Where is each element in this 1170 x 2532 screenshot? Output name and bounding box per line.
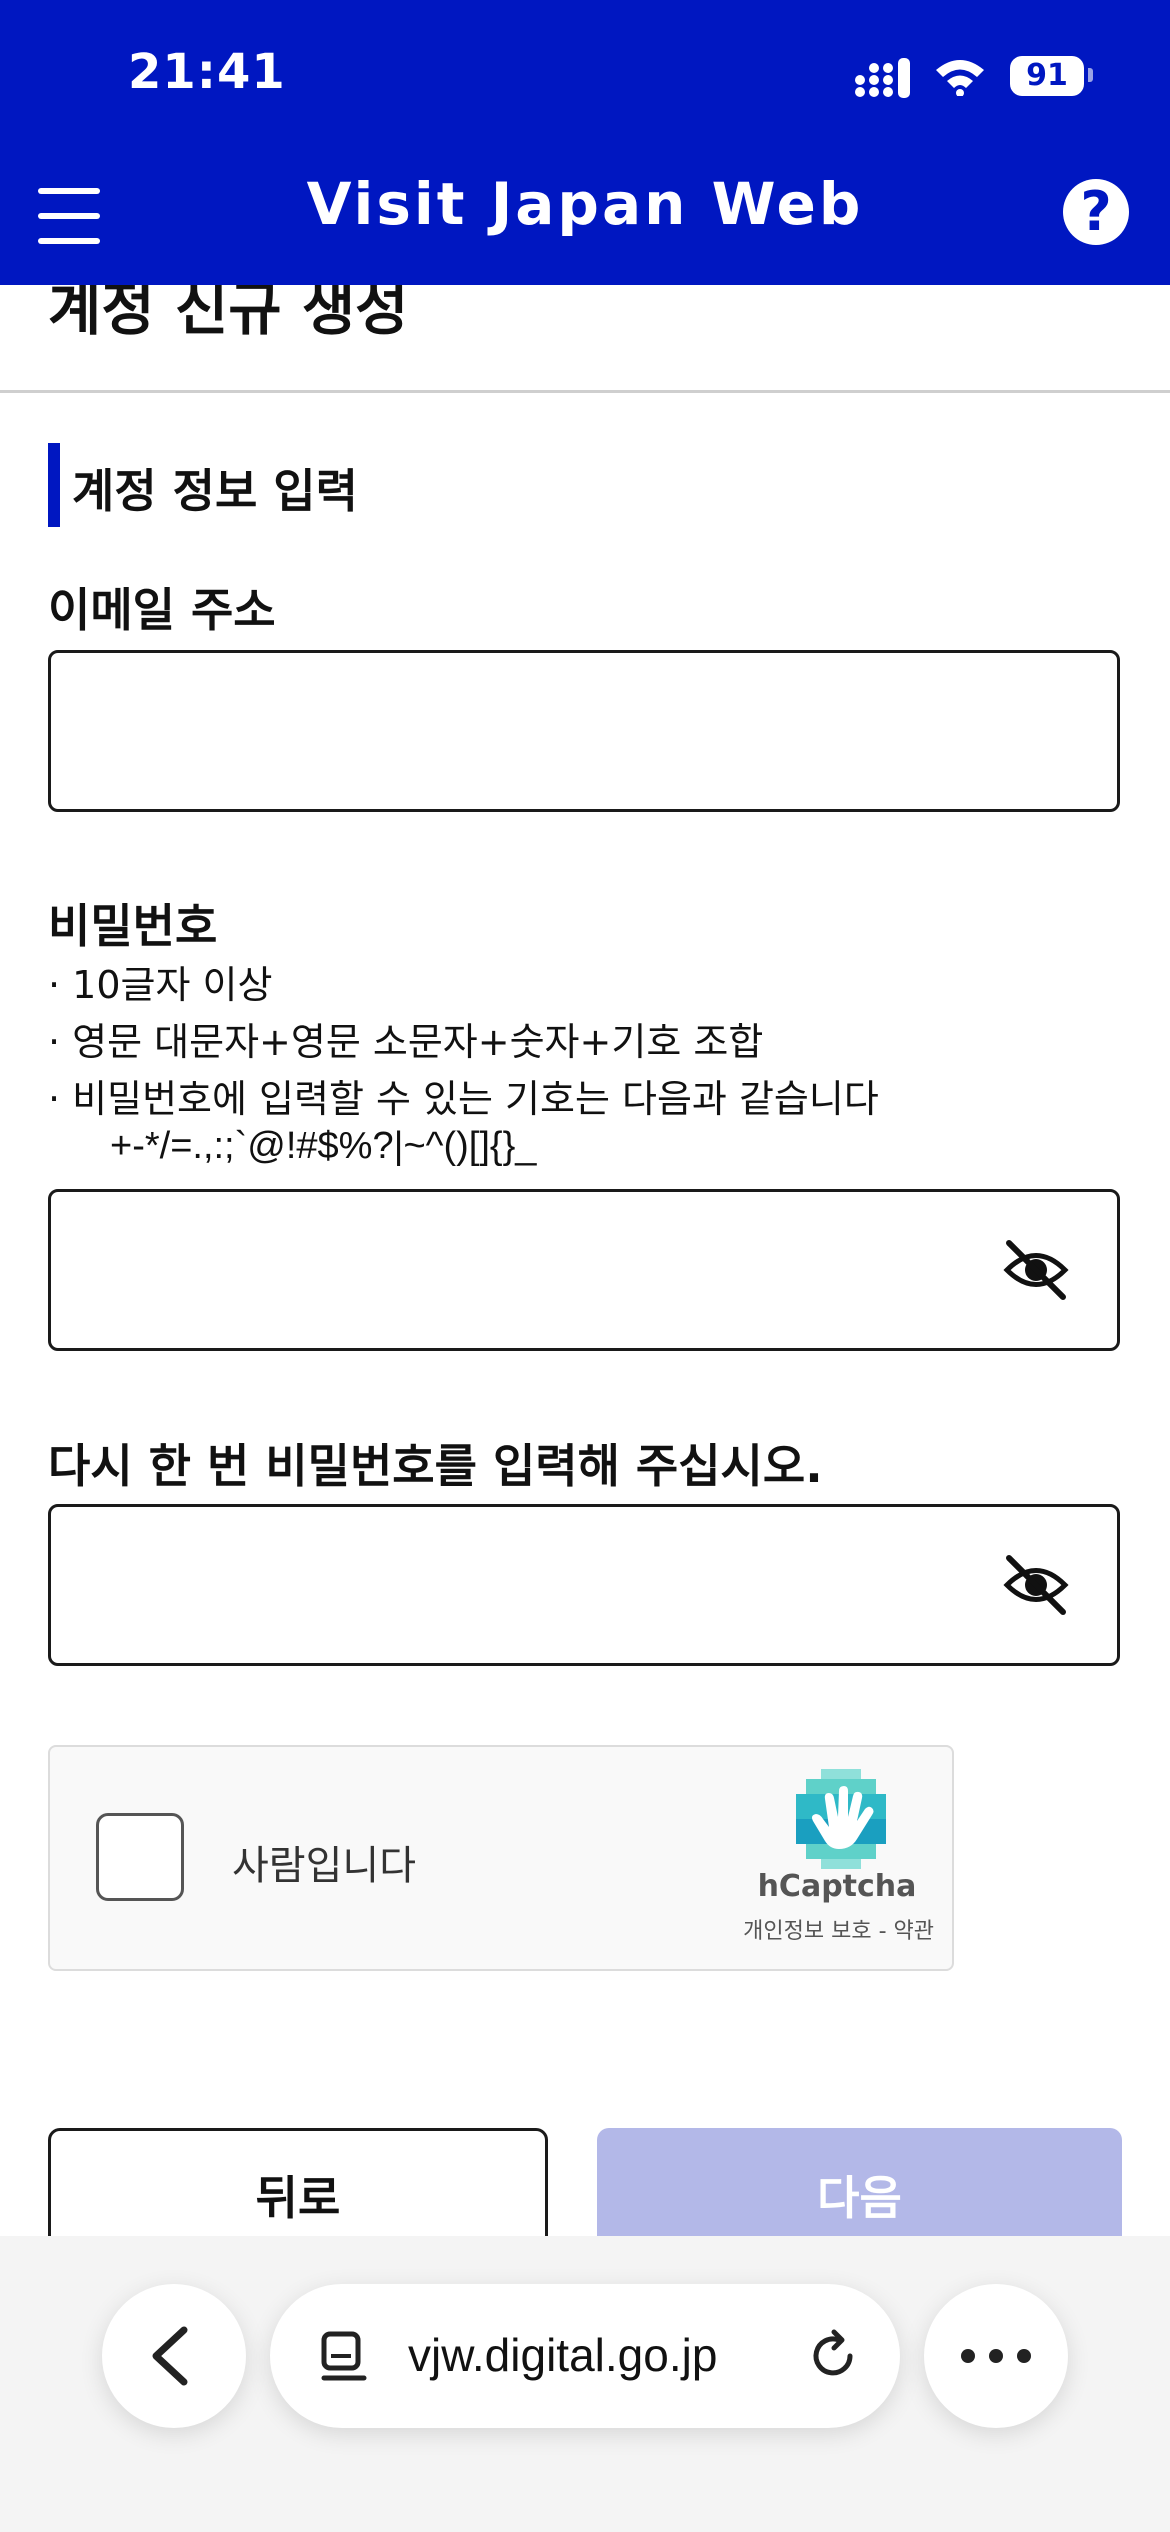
url-text[interactable]: vjw.digital.go.jp [408,2328,717,2382]
hcaptcha-hand-icon [796,1769,886,1869]
captcha-label: 사람입니다 [232,1843,416,1889]
wifi-icon [936,60,984,96]
eye-slash-icon[interactable] [1001,1552,1071,1618]
captcha-widget: 사람입니다 hCaptcha 개인정보 보호 - 약관 [48,1745,954,1971]
eye-slash-icon[interactable] [1001,1237,1071,1303]
password-field[interactable] [71,1192,995,1350]
password-confirm-field-box [48,1504,1120,1666]
password-hint-combination: · 영문 대문자+영문 소문자+숫자+기호 조합 [48,1020,764,1064]
hcaptcha-brand: hCaptcha [757,1869,917,1904]
section-title: 계정 정보 입력 [72,464,358,518]
email-label: 이메일 주소 [48,583,276,637]
password-confirm-field[interactable] [71,1507,995,1665]
status-bar: 21:41 91 [0,0,1170,150]
section-accent-bar [48,443,60,527]
status-icons: 91 [850,50,1100,100]
reader-mode-icon[interactable] [318,2330,368,2384]
password-allowed-symbols: +-*/=.,:;`@!#$%?|~^()[]{}_ [110,1125,537,1167]
header-overlay: Visit Japan Web ? [0,150,1170,285]
more-dots-icon [961,2349,1031,2363]
browser-back-button[interactable] [102,2284,246,2428]
password-confirm-label: 다시 한 번 비밀번호를 입력해 주십시오. [48,1439,823,1493]
chevron-left-icon [152,2326,188,2386]
email-field[interactable] [71,653,995,811]
divider [0,390,1170,393]
password-hint-symbols: · 비밀번호에 입력할 수 있는 기호는 다음과 같습니다 [48,1077,879,1121]
cellular-signal-icon [855,58,910,98]
captcha-checkbox[interactable] [96,1813,184,1901]
password-hint-length: · 10글자 이상 [48,963,273,1007]
password-label: 비밀번호 [48,899,218,953]
more-button[interactable] [924,2284,1068,2428]
password-field-box [48,1189,1120,1351]
app-title: Visit Japan Web [306,170,864,238]
battery-tip [1088,68,1093,82]
hcaptcha-links: 개인정보 보호 - 약관 [700,1913,934,1945]
question-mark-icon[interactable]: ? [1063,179,1129,245]
reload-icon[interactable] [806,2328,862,2384]
browser-toolbar: vjw.digital.go.jp [0,2236,1170,2532]
battery-icon: 91 [1010,56,1084,96]
address-bar[interactable]: vjw.digital.go.jp [270,2284,900,2428]
email-field-box [48,650,1120,812]
link-separator: - [871,1919,894,1944]
privacy-link[interactable]: 개인정보 보호 [743,1919,871,1944]
terms-link[interactable]: 약관 [894,1919,934,1944]
status-time: 21:41 [128,44,286,100]
